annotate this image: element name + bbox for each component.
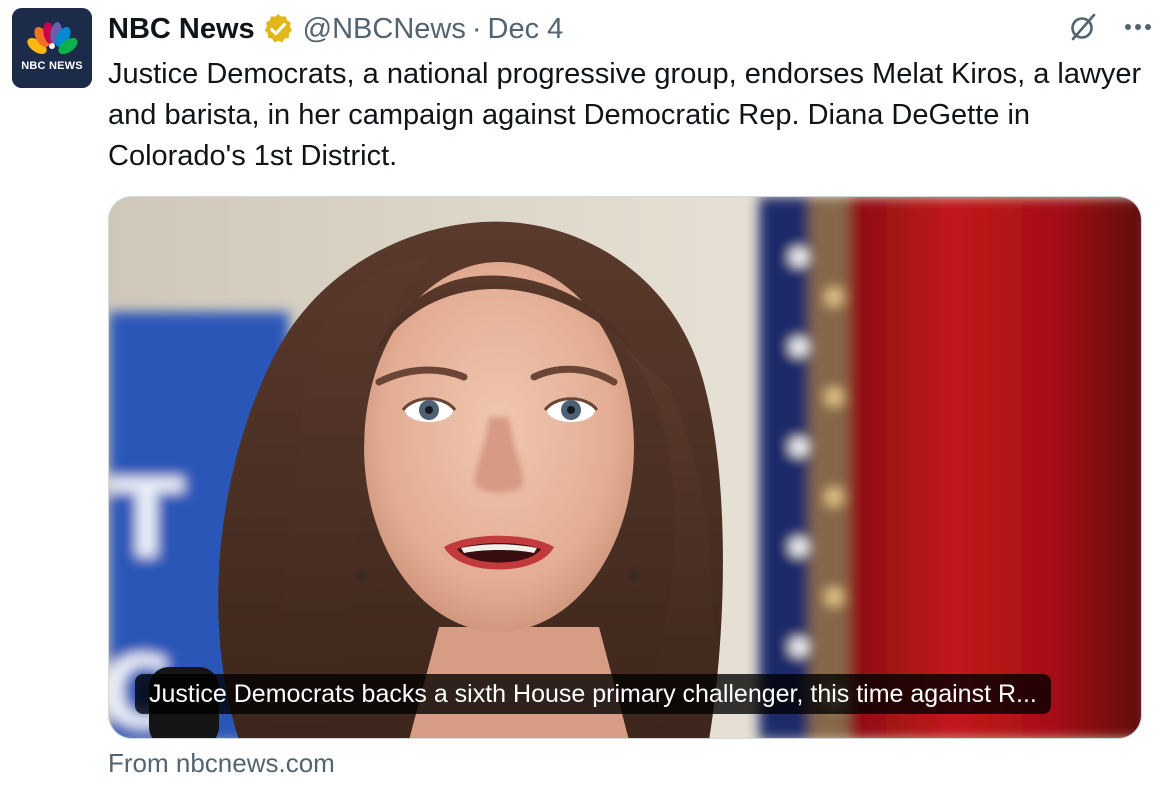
more-icon[interactable] (1122, 11, 1154, 43)
link-card[interactable]: T C (108, 196, 1142, 739)
card-source[interactable]: From nbcnews.com (108, 748, 335, 779)
separator-dot: · (471, 12, 482, 45)
tweet-date[interactable]: Dec 4 (488, 13, 564, 46)
tweet-actions (1066, 10, 1154, 44)
tweet[interactable]: NBC NEWS NBC News @NBCNews · Dec 4 Justi… (0, 0, 1166, 794)
tweet-text: Justice Democrats, a national progressiv… (108, 58, 1142, 172)
svg-text:T: T (109, 455, 184, 583)
verified-gold-badge-icon[interactable] (261, 12, 295, 46)
card-image[interactable]: T C (109, 197, 1142, 739)
author-handle[interactable]: @NBCNews (303, 13, 466, 46)
nbc-peacock-logo-icon (12, 8, 92, 88)
card-caption[interactable]: Justice Democrats backs a sixth House pr… (135, 674, 1051, 714)
tweet-header: NBC News @NBCNews · Dec 4 (108, 10, 563, 48)
grok-icon[interactable] (1066, 10, 1100, 44)
avatar-label: NBC NEWS (21, 60, 83, 72)
avatar[interactable]: NBC NEWS (12, 8, 92, 88)
author-name[interactable]: NBC News (108, 13, 255, 46)
